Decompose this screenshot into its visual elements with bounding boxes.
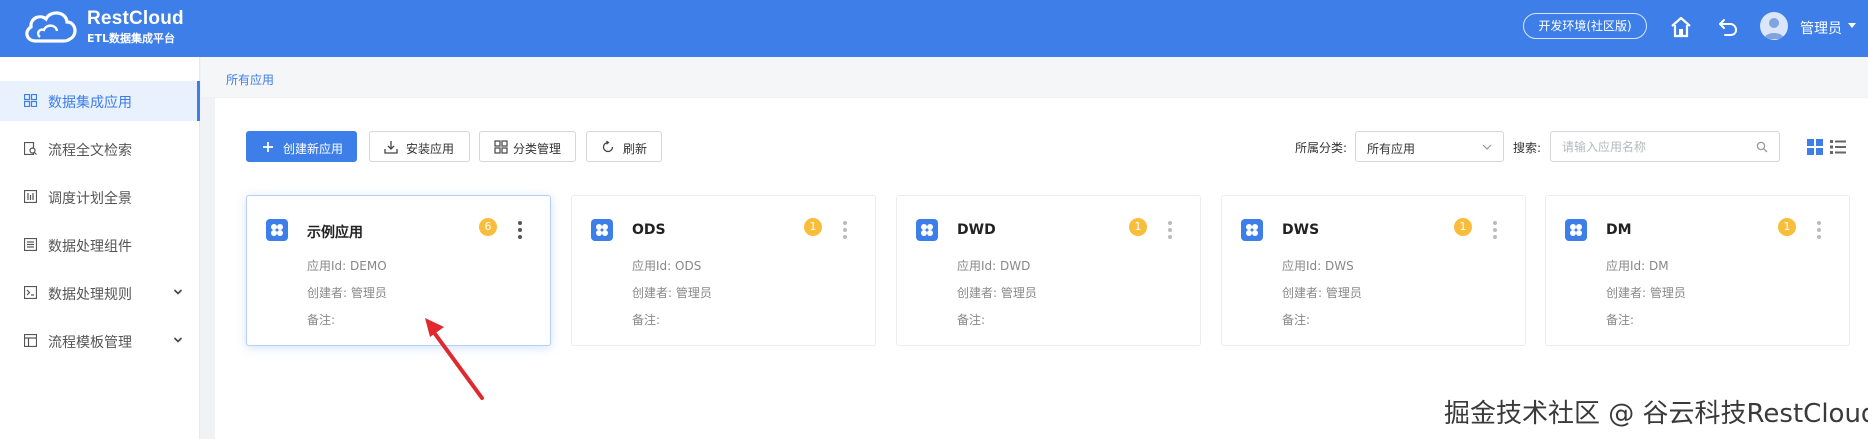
environment-button[interactable]: 开发环境(社区版) — [1523, 13, 1647, 39]
refresh-button[interactable]: 刷新 — [586, 131, 662, 162]
grid-view-icon[interactable] — [1807, 139, 1823, 155]
chevron-down-icon — [1482, 144, 1492, 150]
count-badge: 1 — [1129, 218, 1147, 236]
sidebar-item-label: 调度计划全景 — [48, 191, 132, 207]
schedule-icon — [24, 190, 37, 203]
app-card-dwd[interactable]: DWD 1 应用Id: DWD 创建者: 管理员 备注: — [896, 195, 1201, 346]
app-id: 应用Id: DWD — [957, 259, 1031, 273]
count-badge: 1 — [804, 218, 822, 236]
app-card-dm[interactable]: DM 1 应用Id: DM 创建者: 管理员 备注: — [1545, 195, 1850, 346]
app-creator: 创建者: 管理员 — [632, 286, 712, 300]
app-card-title: 示例应用 — [307, 225, 363, 241]
app-card-title: DWD — [957, 222, 996, 238]
user-avatar-icon — [1764, 18, 1784, 39]
top-header: RestCloud ETL数据集成平台 开发环境(社区版) 管理员 — [0, 0, 1868, 57]
app-card-ods[interactable]: ODS 1 应用Id: ODS 创建者: 管理员 备注: — [571, 195, 876, 346]
category-filter-select[interactable]: 所有应用 — [1355, 131, 1504, 162]
app-note: 备注: — [307, 313, 336, 327]
create-app-button[interactable]: 创建新应用 — [246, 131, 357, 162]
category-filter-label: 所属分类: — [1295, 141, 1348, 155]
sidebar-item-label: 数据处理规则 — [48, 287, 132, 303]
annotation-arrow-icon — [425, 318, 484, 400]
count-badge: 6 — [479, 218, 497, 236]
app-card-title: DWS — [1282, 222, 1320, 238]
sidebar-item-label: 数据处理组件 — [48, 239, 132, 255]
app-note: 备注: — [957, 313, 986, 327]
sidebar-item-data-rules[interactable]: 数据处理规则 — [0, 273, 200, 313]
refresh-icon — [602, 140, 614, 153]
brand-subtitle: ETL数据集成平台 — [87, 32, 176, 45]
app-id: 应用Id: ODS — [632, 259, 702, 273]
app-creator: 创建者: 管理员 — [957, 286, 1037, 300]
app-id: 应用Id: DM — [1606, 259, 1669, 273]
count-badge: 1 — [1778, 218, 1796, 236]
more-vertical-icon[interactable] — [1167, 220, 1173, 240]
more-vertical-icon[interactable] — [842, 220, 848, 240]
grid-icon — [494, 140, 508, 154]
app-id: 应用Id: DEMO — [307, 259, 387, 273]
breadcrumb: 所有应用 — [201, 57, 1868, 97]
app-icon — [591, 219, 613, 241]
category-filter-value: 所有应用 — [1367, 142, 1416, 156]
app-icon — [266, 219, 288, 241]
download-icon — [384, 141, 398, 154]
component-icon — [24, 238, 37, 251]
category-manage-button[interactable]: 分类管理 — [479, 131, 576, 162]
app-note: 备注: — [1282, 313, 1311, 327]
more-vertical-icon[interactable] — [1816, 220, 1822, 240]
search-doc-icon — [24, 142, 37, 155]
install-app-label: 安装应用 — [406, 142, 455, 156]
sidebar-item-data-integration-apps[interactable]: 数据集成应用 — [0, 81, 200, 121]
list-view-icon[interactable] — [1830, 139, 1846, 155]
sidebar-item-label: 流程模板管理 — [48, 335, 132, 351]
chevron-down-icon[interactable] — [172, 286, 184, 298]
app-card-title: ODS — [632, 222, 666, 238]
refresh-label: 刷新 — [623, 142, 648, 156]
caret-down-icon[interactable] — [1848, 23, 1856, 28]
app-creator: 创建者: 管理员 — [307, 286, 387, 300]
app-creator: 创建者: 管理员 — [1282, 286, 1362, 300]
app-card-title: DM — [1606, 222, 1632, 238]
count-badge: 1 — [1454, 218, 1472, 236]
app-note: 备注: — [632, 313, 661, 327]
create-app-label: 创建新应用 — [283, 142, 344, 156]
terminal-icon — [24, 286, 37, 299]
sidebar: 数据集成应用 流程全文检索 调度计划全景 数据处理组件 数据处理规则 流程模板管… — [0, 57, 200, 439]
search-label: 搜索: — [1513, 141, 1542, 155]
app-note: 备注: — [1606, 313, 1635, 327]
app-icon — [916, 219, 938, 241]
grid-icon — [24, 94, 37, 107]
category-manage-label: 分类管理 — [513, 142, 562, 156]
brand-title: RestCloud — [87, 8, 184, 29]
back-icon[interactable] — [1716, 15, 1740, 39]
app-id: 应用Id: DWS — [1282, 259, 1354, 273]
app-card-dws[interactable]: DWS 1 应用Id: DWS 创建者: 管理员 备注: — [1221, 195, 1526, 346]
search-input[interactable] — [1550, 131, 1780, 162]
search-icon[interactable] — [1756, 141, 1768, 153]
sidebar-item-schedule-overview[interactable]: 调度计划全景 — [0, 177, 200, 217]
app-icon — [1565, 219, 1587, 241]
template-icon — [24, 334, 37, 347]
plus-icon — [263, 142, 273, 152]
restcloud-logo[interactable] — [22, 7, 82, 47]
user-name[interactable]: 管理员 — [1800, 18, 1842, 38]
sidebar-item-flow-search[interactable]: 流程全文检索 — [0, 129, 200, 169]
more-vertical-icon[interactable] — [1492, 220, 1498, 240]
app-icon — [1241, 219, 1263, 241]
home-icon[interactable] — [1669, 15, 1693, 39]
app-card-demo[interactable]: 示例应用 6 应用Id: DEMO 创建者: 管理员 备注: — [246, 195, 551, 346]
breadcrumb-item-all-apps[interactable]: 所有应用 — [226, 71, 274, 88]
install-app-button[interactable]: 安装应用 — [369, 131, 470, 162]
sidebar-item-flow-templates[interactable]: 流程模板管理 — [0, 321, 200, 361]
sidebar-item-label: 数据集成应用 — [48, 95, 132, 111]
more-vertical-icon[interactable] — [517, 220, 523, 240]
app-creator: 创建者: 管理员 — [1606, 286, 1686, 300]
avatar[interactable] — [1760, 12, 1788, 40]
sidebar-item-data-components[interactable]: 数据处理组件 — [0, 225, 200, 265]
watermark: 掘金技术社区 @ 谷云科技RestCloud — [1444, 399, 1868, 429]
sidebar-item-label: 流程全文检索 — [48, 143, 132, 159]
chevron-down-icon[interactable] — [172, 334, 184, 346]
